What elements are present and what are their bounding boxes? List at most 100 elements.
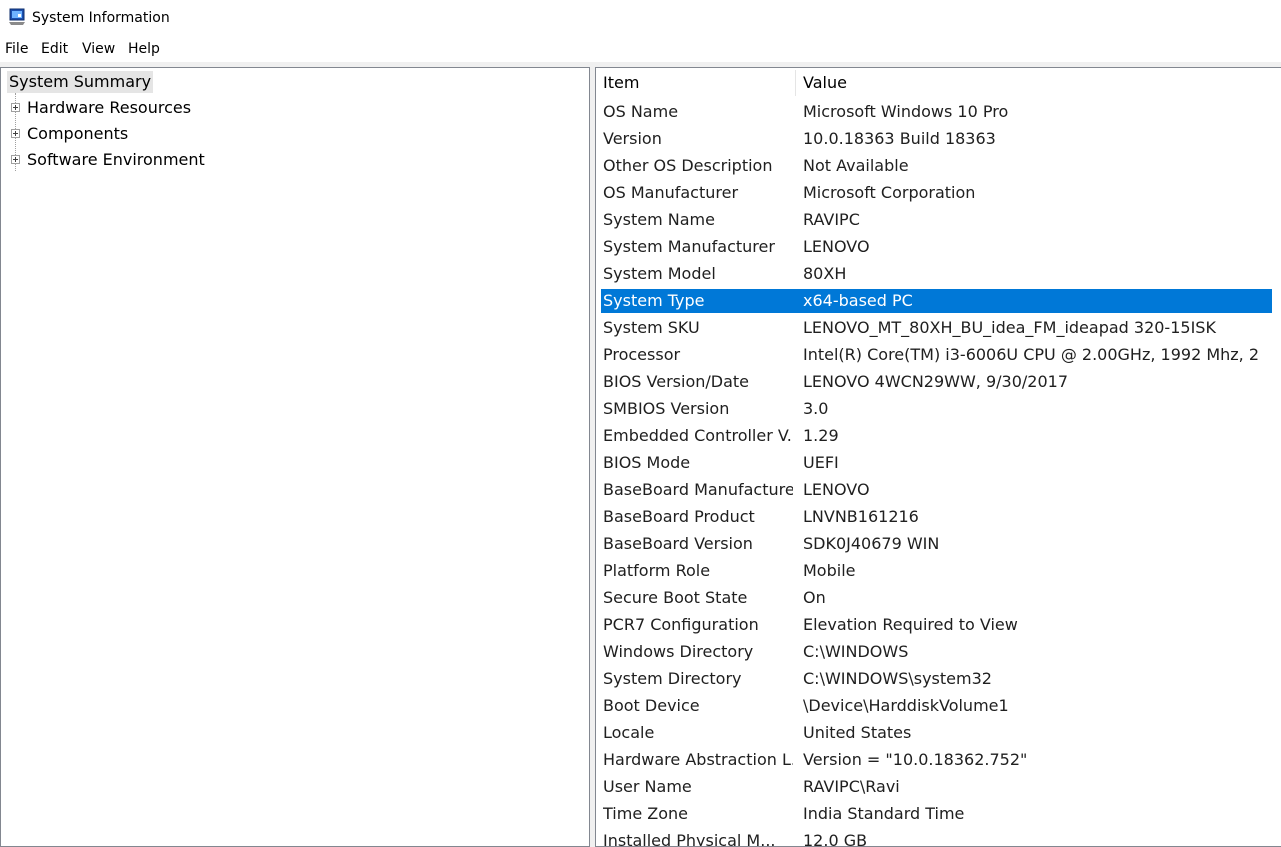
cell-value: 3.0 bbox=[803, 399, 829, 418]
cell-item: BaseBoard Version bbox=[603, 534, 753, 553]
column-header-item[interactable]: Item bbox=[603, 73, 639, 92]
cell-item: Other OS Description bbox=[603, 156, 773, 175]
tree-item-system-summary[interactable]: System Summary bbox=[7, 71, 154, 93]
expand-plus-icon[interactable] bbox=[11, 155, 20, 164]
cell-value: United States bbox=[803, 723, 912, 742]
table-row[interactable]: System Model 80XH bbox=[596, 260, 1281, 287]
title-bar: System Information bbox=[0, 0, 1281, 37]
table-row[interactable]: PCR7 Configuration Elevation Required to … bbox=[596, 611, 1281, 638]
table-row[interactable]: Platform Role Mobile bbox=[596, 557, 1281, 584]
cell-value: LENOVO_MT_80XH_BU_idea_FM_ideapad 320-15… bbox=[803, 318, 1216, 337]
menu-view[interactable]: View bbox=[82, 41, 115, 57]
table-row[interactable]: Hardware Abstraction L... Version = "10.0… bbox=[596, 746, 1281, 773]
table-row[interactable]: Secure Boot State On bbox=[596, 584, 1281, 611]
cell-value: 10.0.18363 Build 18363 bbox=[803, 129, 996, 148]
cell-item: Embedded Controller V... bbox=[603, 426, 793, 445]
cell-value: C:\WINDOWS\system32 bbox=[803, 669, 992, 688]
cell-value: Mobile bbox=[803, 561, 856, 580]
cell-value: Intel(R) Core(TM) i3-6006U CPU @ 2.00GHz… bbox=[803, 345, 1265, 364]
table-row[interactable]: System Name RAVIPC bbox=[596, 206, 1281, 233]
cell-item: BaseBoard Product bbox=[603, 507, 755, 526]
cell-item: SMBIOS Version bbox=[603, 399, 730, 418]
details-rows: OS Name Microsoft Windows 10 Pro Version 10… bbox=[596, 98, 1281, 847]
table-row[interactable]: System Manufacturer LENOVO bbox=[596, 233, 1281, 260]
cell-item: Windows Directory bbox=[603, 642, 754, 661]
cell-item: System Manufacturer bbox=[603, 237, 775, 256]
cell-item: OS Manufacturer bbox=[603, 183, 739, 202]
cell-value: On bbox=[803, 588, 826, 607]
table-row[interactable]: OS Name Microsoft Windows 10 Pro bbox=[596, 98, 1281, 125]
cell-value: 1.29 bbox=[803, 426, 839, 445]
cell-item: BaseBoard Manufacturer bbox=[603, 480, 793, 499]
menu-file[interactable]: File bbox=[5, 41, 28, 57]
table-row[interactable]: BaseBoard Manufacturer LENOVO bbox=[596, 476, 1281, 503]
table-row[interactable]: Locale United States bbox=[596, 719, 1281, 746]
cell-value: Microsoft Windows 10 Pro bbox=[803, 102, 1009, 121]
cell-item: Secure Boot State bbox=[603, 588, 748, 607]
cell-value: \Device\HarddiskVolume1 bbox=[803, 696, 1009, 715]
cell-item: Version bbox=[603, 129, 662, 148]
table-row[interactable]: Boot Device \Device\HarddiskVolume1 bbox=[596, 692, 1281, 719]
menu-bar: File Edit View Help bbox=[0, 37, 1281, 62]
cell-item: PCR7 Configuration bbox=[603, 615, 759, 634]
table-row[interactable]: Embedded Controller V... 1.29 bbox=[596, 422, 1281, 449]
window-title: System Information bbox=[32, 10, 170, 26]
cell-value: LENOVO 4WCN29WW, 9/30/2017 bbox=[803, 372, 1068, 391]
cell-item: System Type bbox=[603, 291, 705, 310]
table-row[interactable]: BaseBoard Version SDK0J40679 WIN bbox=[596, 530, 1281, 557]
details-list-pane[interactable]: Item Value OS Name Microsoft Windows 10 P… bbox=[595, 67, 1281, 847]
expand-plus-icon[interactable] bbox=[11, 129, 20, 138]
table-row[interactable]: BIOS Mode UEFI bbox=[596, 449, 1281, 476]
cell-item: BIOS Mode bbox=[603, 453, 691, 472]
table-row[interactable]: Installed Physical M... 12.0 GB bbox=[596, 827, 1281, 847]
cell-value: 80XH bbox=[803, 264, 847, 283]
table-row[interactable]: System Directory C:\WINDOWS\system32 bbox=[596, 665, 1281, 692]
category-tree-pane[interactable]: System Summary Hardware Resources Compon… bbox=[0, 67, 590, 847]
column-header-value[interactable]: Value bbox=[803, 73, 847, 92]
system-information-icon bbox=[9, 8, 25, 25]
cell-value: Version = "10.0.18362.752" bbox=[803, 750, 1028, 769]
table-row[interactable]: System SKU LENOVO_MT_80XH_BU_idea_FM_idea… bbox=[596, 314, 1281, 341]
cell-item: Platform Role bbox=[603, 561, 711, 580]
table-row[interactable]: OS Manufacturer Microsoft Corporation bbox=[596, 179, 1281, 206]
cell-value: RAVIPC\Ravi bbox=[803, 777, 900, 796]
cell-value: UEFI bbox=[803, 453, 839, 472]
tree-item-label: Components bbox=[27, 124, 129, 143]
cell-item: Boot Device bbox=[603, 696, 700, 715]
table-row[interactable]: Windows Directory C:\WINDOWS bbox=[596, 638, 1281, 665]
cell-item: Installed Physical M... bbox=[603, 831, 776, 847]
cell-item: System Name bbox=[603, 210, 715, 229]
cell-value: Not Available bbox=[803, 156, 909, 175]
cell-value: SDK0J40679 WIN bbox=[803, 534, 940, 553]
table-row[interactable]: System Type x64-based PC bbox=[596, 287, 1281, 314]
cell-item: Hardware Abstraction L... bbox=[603, 750, 793, 769]
table-row[interactable]: BIOS Version/Date LENOVO 4WCN29WW, 9/30/2… bbox=[596, 368, 1281, 395]
cell-value: LENOVO bbox=[803, 480, 870, 499]
table-row[interactable]: Other OS Description Not Available bbox=[596, 152, 1281, 179]
cell-item: System SKU bbox=[603, 318, 700, 337]
table-row[interactable]: Time Zone India Standard Time bbox=[596, 800, 1281, 827]
cell-value: Microsoft Corporation bbox=[803, 183, 976, 202]
cell-item: Locale bbox=[603, 723, 655, 742]
column-resize-handle[interactable] bbox=[795, 70, 796, 96]
table-row[interactable]: Processor Intel(R) Core(TM) i3-6006U CPU … bbox=[596, 341, 1281, 368]
cell-value: Elevation Required to View bbox=[803, 615, 1018, 634]
menu-help[interactable]: Help bbox=[128, 41, 160, 57]
table-row[interactable]: User Name RAVIPC\Ravi bbox=[596, 773, 1281, 800]
cell-item: BIOS Version/Date bbox=[603, 372, 749, 391]
cell-value: LENOVO bbox=[803, 237, 870, 256]
tree-item-label: Software Environment bbox=[27, 150, 205, 169]
menu-edit[interactable]: Edit bbox=[41, 41, 68, 57]
cell-value: RAVIPC bbox=[803, 210, 860, 229]
cell-value: C:\WINDOWS bbox=[803, 642, 909, 661]
table-row[interactable]: Version 10.0.18363 Build 18363 bbox=[596, 125, 1281, 152]
cell-item: System Directory bbox=[603, 669, 742, 688]
expand-plus-icon[interactable] bbox=[11, 103, 20, 112]
table-row[interactable]: SMBIOS Version 3.0 bbox=[596, 395, 1281, 422]
cell-value: 12.0 GB bbox=[803, 831, 868, 847]
table-row[interactable]: BaseBoard Product LNVNB161216 bbox=[596, 503, 1281, 530]
list-header: Item Value bbox=[596, 68, 1281, 98]
cell-value: x64-based PC bbox=[803, 291, 913, 310]
cell-value: LNVNB161216 bbox=[803, 507, 919, 526]
cell-item: System Model bbox=[603, 264, 716, 283]
